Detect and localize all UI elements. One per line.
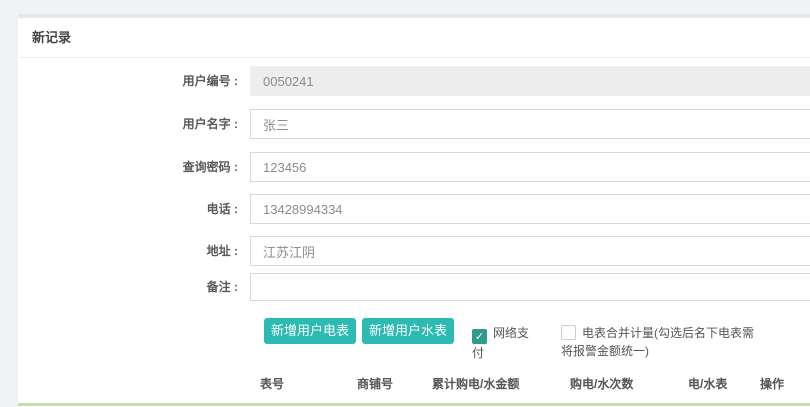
form-row-remark: 备注 : <box>18 273 810 301</box>
user-name-input[interactable] <box>250 109 810 139</box>
page-title: 新记录 <box>32 18 71 57</box>
form-row-user-id: 用户编号 : <box>18 66 810 96</box>
network-payment-checkbox-group[interactable]: ✓网络支付 <box>472 324 536 362</box>
header-divider <box>18 57 810 58</box>
table-top-border <box>18 403 810 406</box>
new-record-panel: 新记录 用户编号 : 用户名字 : 查询密码 : 电话 : 地址 : 备注 : … <box>18 14 810 407</box>
form-row-phone: 电话 : <box>18 194 810 224</box>
form-row-address: 地址 : <box>18 236 810 266</box>
merge-metering-checkbox[interactable] <box>561 325 576 340</box>
col-total-purchase-amount: 累计购电/水金额 <box>432 375 519 392</box>
col-meter-number: 表号 <box>260 375 284 392</box>
col-meter-type: 电/水表 <box>688 375 727 392</box>
phone-label: 电话 : <box>118 194 238 224</box>
phone-input[interactable] <box>250 194 810 224</box>
query-password-input[interactable] <box>250 152 810 182</box>
panel-header: 新记录 <box>18 18 810 57</box>
meter-table-header: 表号 商铺号 累计购电/水金额 购电/水次数 电/水表 操作 <box>18 375 810 393</box>
new-record-page: 新记录 用户编号 : 用户名字 : 查询密码 : 电话 : 地址 : 备注 : … <box>0 0 810 407</box>
remark-input[interactable] <box>250 273 810 301</box>
network-payment-checkbox[interactable]: ✓ <box>472 329 487 344</box>
merge-metering-checkbox-group[interactable]: 电表合并计量(勾选后名下电表需将报警金额统一) <box>561 324 765 360</box>
address-input[interactable] <box>250 236 810 266</box>
col-purchase-count: 购电/水次数 <box>570 375 633 392</box>
form-row-query-password: 查询密码 : <box>18 152 810 182</box>
add-water-meter-button[interactable]: 新增用户水表 <box>362 318 454 344</box>
form-row-user-name: 用户名字 : <box>18 109 810 139</box>
address-label: 地址 : <box>118 236 238 266</box>
query-password-label: 查询密码 : <box>118 152 238 182</box>
user-id-input[interactable] <box>250 66 810 96</box>
add-electric-meter-button[interactable]: 新增用户电表 <box>264 318 356 344</box>
col-shop-number: 商铺号 <box>357 375 393 392</box>
merge-metering-label: 电表合并计量(勾选后名下电表需将报警金额统一) <box>561 326 754 358</box>
user-name-label: 用户名字 : <box>118 109 238 139</box>
remark-label: 备注 : <box>118 273 238 301</box>
user-id-label: 用户编号 : <box>118 66 238 96</box>
col-actions: 操作 <box>760 375 784 392</box>
